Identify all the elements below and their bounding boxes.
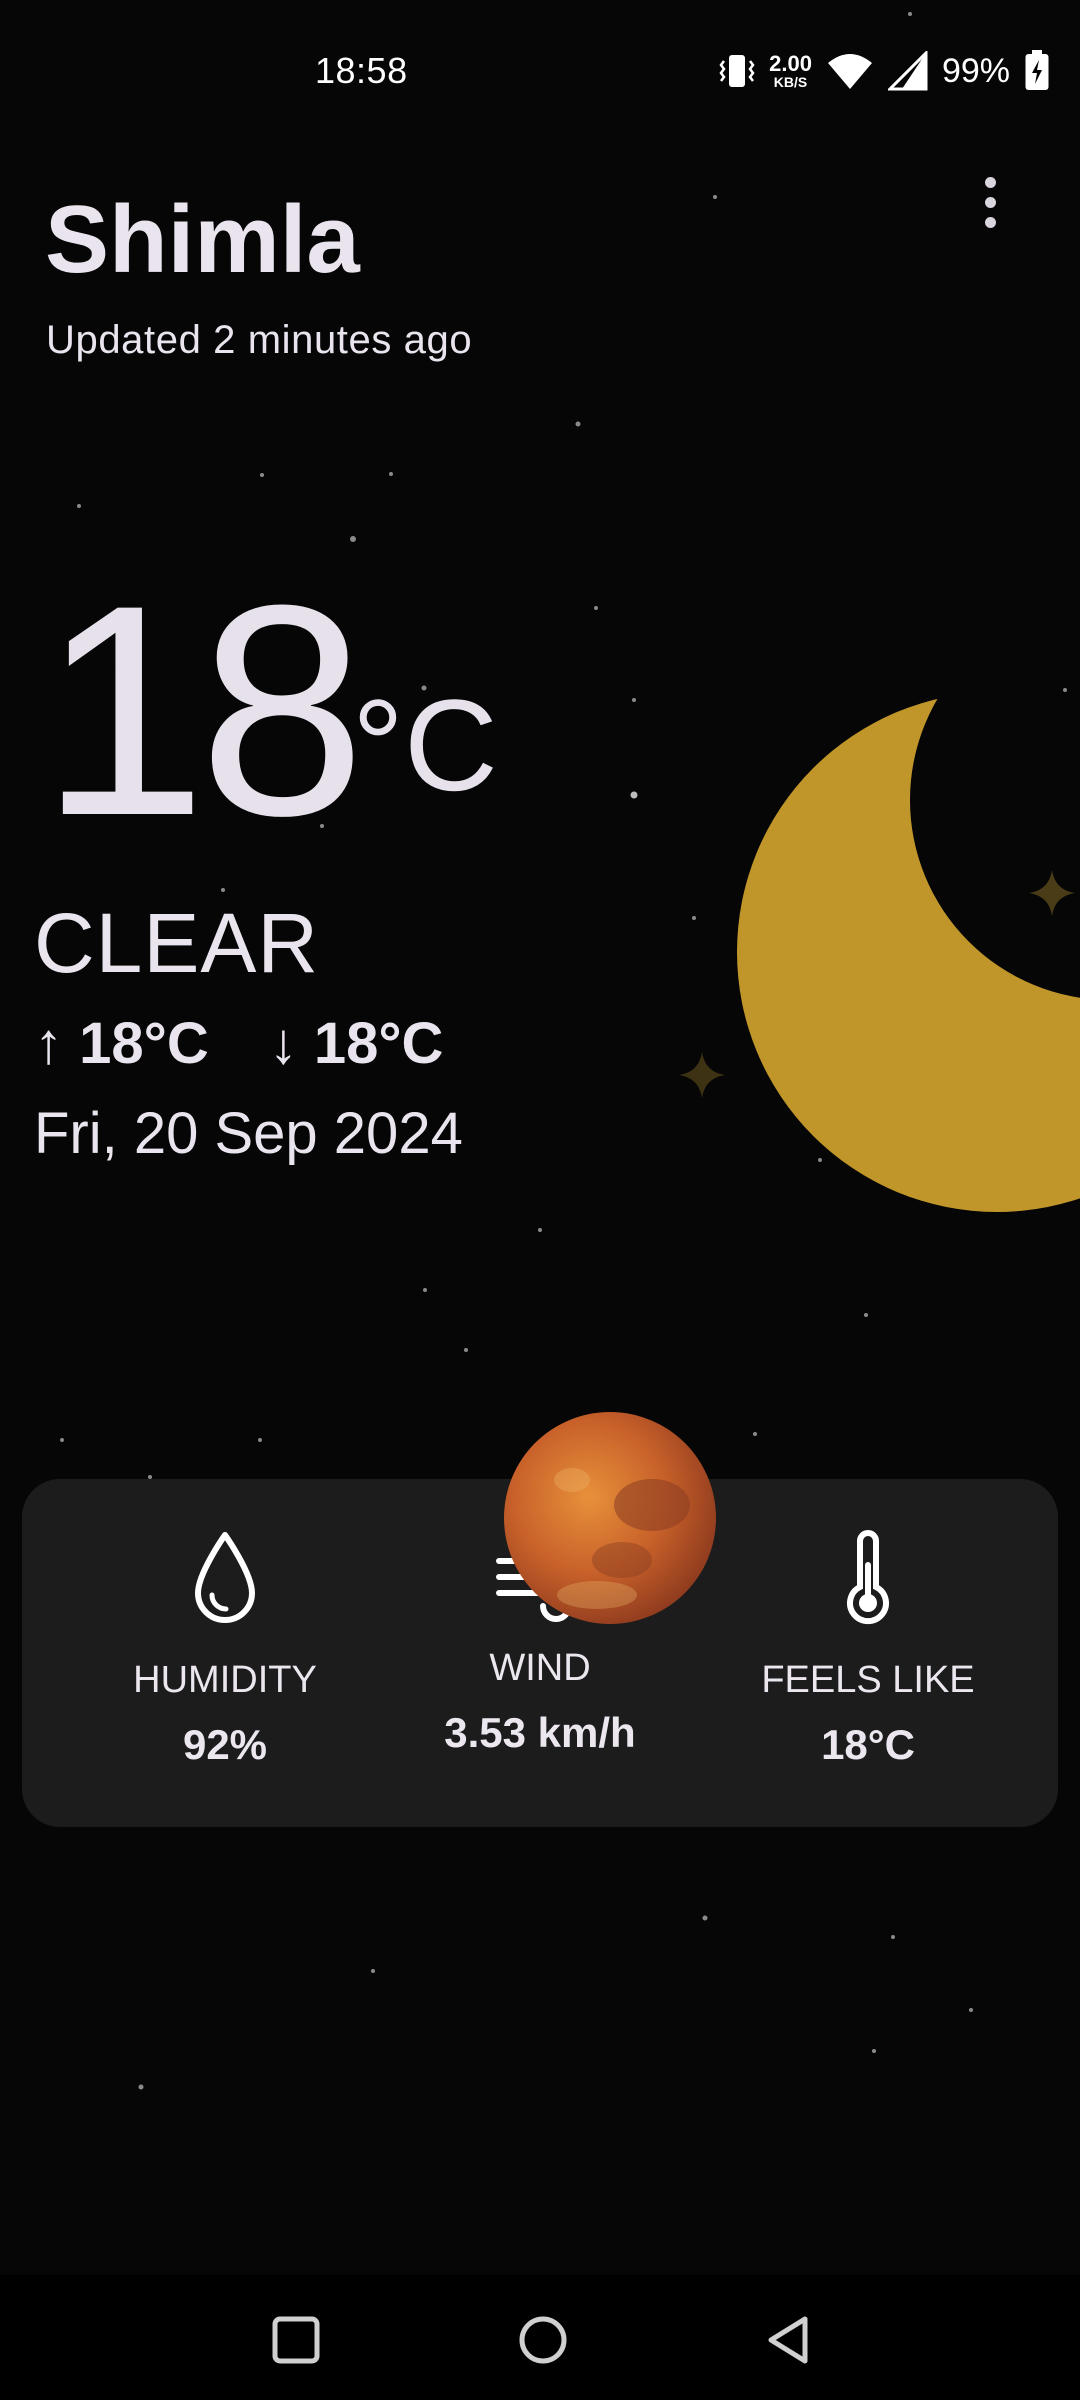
city-name: Shimla [45, 186, 360, 293]
system-navigation-bar [0, 2275, 1080, 2400]
status-time: 18:58 [315, 50, 408, 91]
battery-percentage: 99% [941, 51, 1010, 90]
temperature-unit: °C [352, 672, 498, 818]
low-temperature: ↓ 18°C [268, 1011, 444, 1076]
feels-like-value: 18°C [821, 1721, 915, 1768]
humidity-stat: HUMIDITY 92% [60, 1479, 390, 1827]
network-speed: 2.00 KB/S [769, 51, 812, 90]
back-triangle-icon[interactable] [755, 2305, 825, 2375]
more-vert-dot [984, 196, 996, 208]
weather-condition: CLEAR [34, 896, 320, 990]
more-vert-icon [984, 176, 996, 188]
humidity-label: HUMIDITY [133, 1659, 317, 1701]
recents-square-icon[interactable] [261, 2305, 331, 2375]
wind-label: WIND [489, 1647, 591, 1689]
network-speed-value: 2.00 [769, 51, 812, 76]
sparkle-icon [679, 1052, 725, 1098]
network-speed-unit: KB/S [773, 74, 808, 90]
current-date: Fri, 20 Sep 2024 [34, 1101, 463, 1166]
feels-like-label: FEELS LIKE [761, 1659, 975, 1701]
status-bar: 18:58 2.00 KB/S 99% [0, 0, 1080, 140]
wifi-icon [827, 54, 872, 89]
crescent-moon-icon [737, 692, 1080, 1212]
thermometer-icon [847, 1530, 889, 1625]
water-drop-icon [195, 1532, 255, 1623]
humidity-value: 92% [182, 1721, 268, 1768]
updated-time: Updated 2 minutes ago [46, 318, 473, 362]
battery-charging-icon [1025, 50, 1049, 90]
high-temperature: ↑ 18°C [34, 1011, 209, 1076]
home-circle-icon[interactable] [508, 2305, 578, 2375]
wind-value: 3.53 km/h [444, 1709, 636, 1756]
signal-icon [887, 51, 928, 91]
weather-screen: 18:58 2.00 KB/S 99% Shimla Updated 2 min… [0, 0, 1080, 2400]
crescent-moon-illustration [679, 692, 1080, 1212]
more-vert-dot [984, 216, 996, 228]
status-icons: 2.00 KB/S 99% [719, 48, 1050, 94]
feels-like-stat: FEELS LIKE 18°C [703, 1479, 1033, 1827]
high-low-temperatures: ↑ 18°C ↓ 18°C [34, 1010, 443, 1077]
current-temperature: 18 [40, 542, 366, 878]
more-options-button[interactable] [966, 170, 1014, 234]
vibrate-icon [719, 55, 755, 87]
blood-moon-illustration [504, 1412, 716, 1624]
